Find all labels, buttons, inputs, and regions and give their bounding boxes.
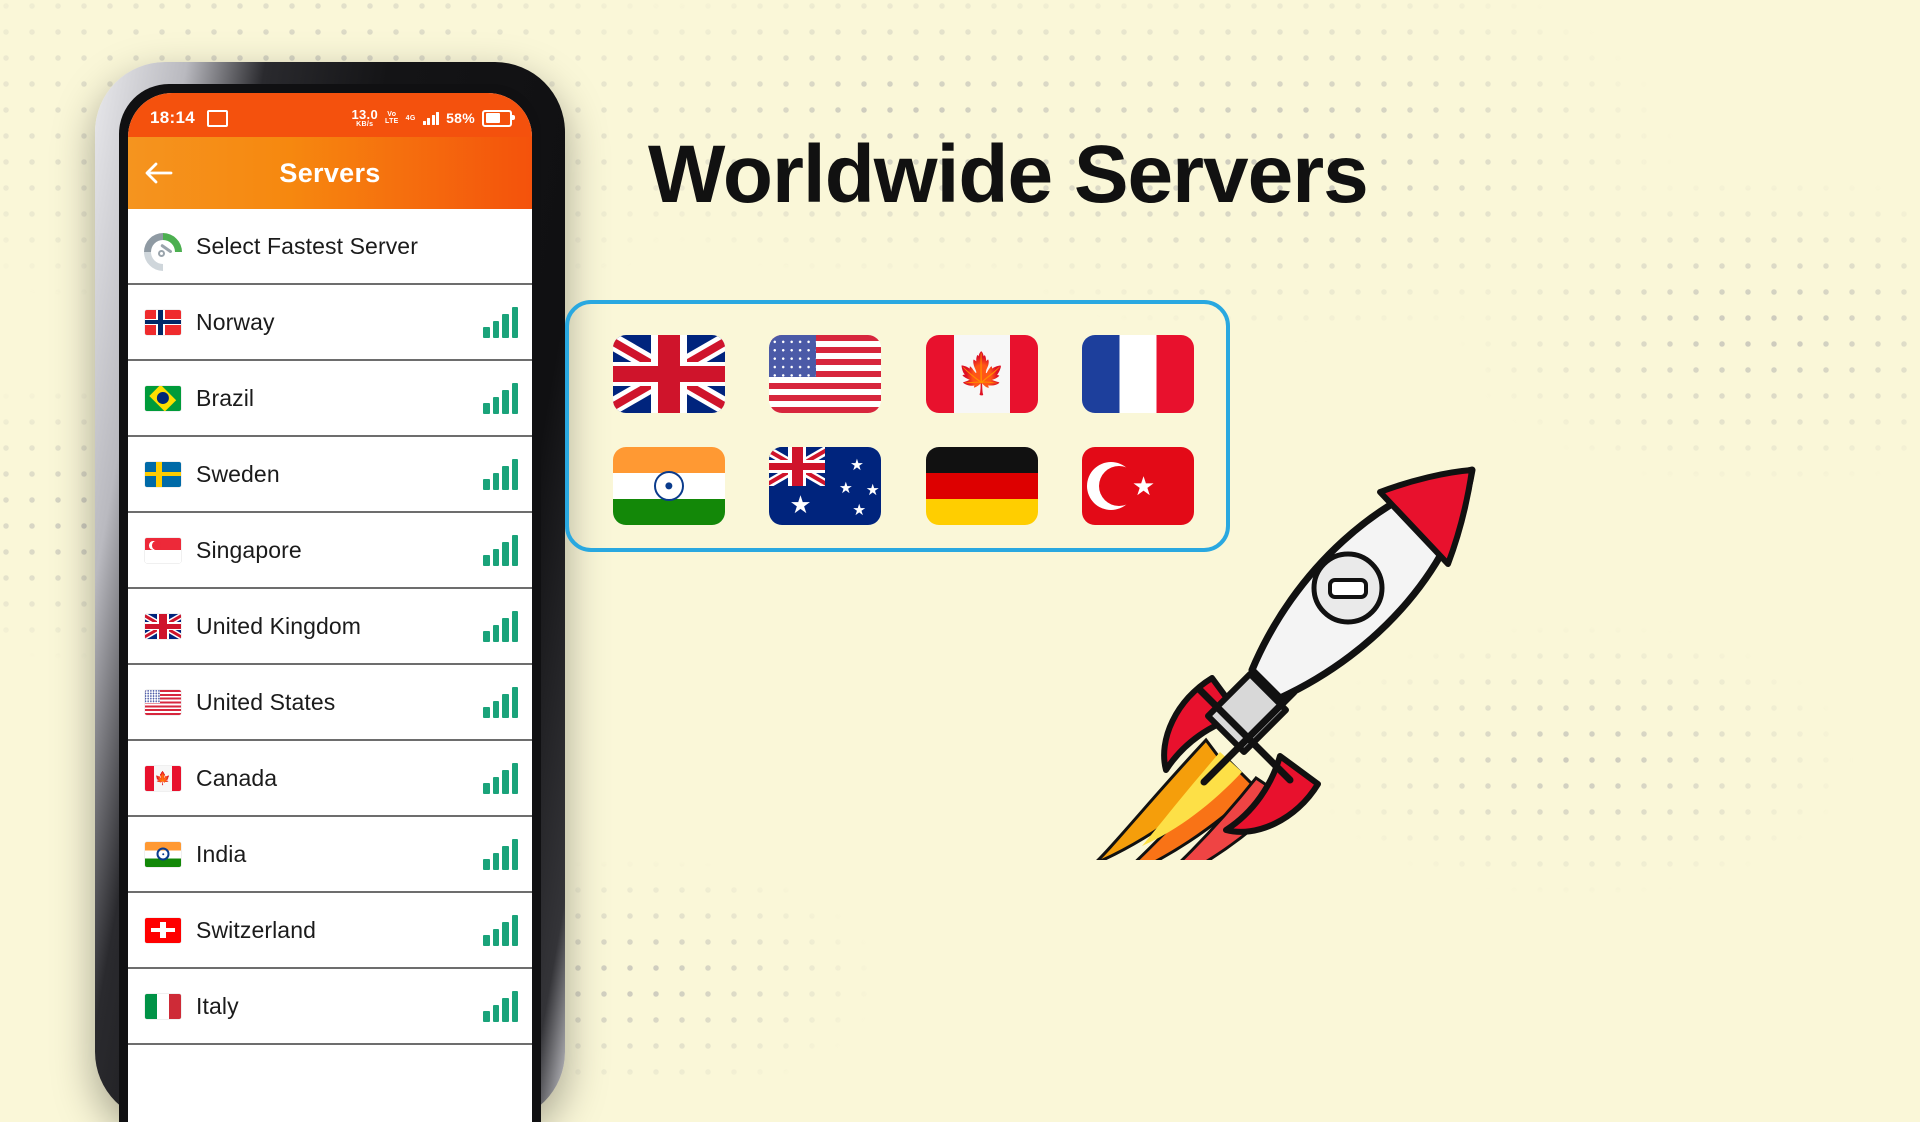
server-list[interactable]: Select Fastest Server Norway Brazil Sweden S… (128, 209, 532, 1045)
server-name-label: Italy (196, 992, 239, 1019)
server-name-label: Brazil (196, 384, 255, 411)
signal-strength-icon (483, 306, 524, 338)
battery-icon (482, 109, 515, 127)
server-name-label: Sweden (196, 460, 280, 487)
flag-icon-it (145, 993, 181, 1019)
server-name-label: Singapore (196, 536, 302, 563)
cast-icon (206, 109, 228, 127)
flag-tile-us[interactable] (769, 335, 882, 413)
banner-headline: Worldwide Servers (648, 129, 1369, 220)
server-list-item[interactable]: Singapore (128, 513, 532, 589)
flag-tile-uk[interactable] (613, 335, 726, 413)
server-list-item[interactable]: 🍁 Canada (128, 741, 532, 817)
signal-strength-icon (483, 914, 524, 946)
server-name-label: Select Fastest Server (196, 232, 418, 259)
signal-strength-icon (483, 382, 524, 414)
server-list-item[interactable]: United States (128, 665, 532, 741)
flag-icon-se (145, 461, 181, 487)
flag-icon-br (145, 385, 181, 411)
flag-icon-no (145, 309, 181, 335)
flag-tile-de[interactable] (925, 447, 1038, 525)
signal-strength-icon (483, 458, 524, 490)
signal-strength-icon (483, 990, 524, 1022)
network-speed-value: 13.0 (351, 107, 379, 122)
volte-top-label: Vo (387, 111, 397, 118)
flag-icon-ca: 🍁 (145, 765, 181, 791)
server-name-label: Canada (196, 764, 278, 791)
signal-strength-icon (483, 762, 524, 794)
server-name-label: Norway (196, 308, 275, 335)
server-name-label: India (196, 840, 247, 867)
signal-strength-icon (483, 686, 524, 718)
server-list-item[interactable]: Switzerland (128, 893, 532, 969)
volte-icon: Vo LTE (385, 111, 399, 125)
app-bar: Servers (128, 137, 532, 209)
battery-percent-label: 58% (446, 110, 475, 126)
speedometer-icon (136, 225, 190, 279)
back-arrow-icon[interactable] (128, 161, 190, 185)
volte-bottom-label: LTE (385, 118, 399, 125)
flag-icon-uk (145, 613, 181, 639)
network-speed-unit: KB/s (356, 121, 374, 128)
server-name-label: United Kingdom (196, 612, 362, 639)
flag-tile-fr[interactable] (1081, 335, 1194, 413)
server-list-item[interactable]: Sweden (128, 437, 532, 513)
phone-bezel: 18:14 13.0 KB/s Vo LTE 4G 58% Servers Se… (119, 84, 541, 1122)
phone-screen: 18:14 13.0 KB/s Vo LTE 4G 58% Servers Se… (128, 93, 532, 1122)
mobile-network-label: 4G (406, 115, 416, 122)
phone-mockup: 18:14 13.0 KB/s Vo LTE 4G 58% Servers Se… (95, 62, 565, 1122)
server-list-item[interactable]: Norway (128, 285, 532, 361)
cellular-signal-icon (422, 111, 440, 125)
rocket-illustration (1080, 440, 1500, 892)
flag-tile-ca[interactable]: 🍁 (925, 335, 1038, 413)
status-bar: 18:14 13.0 KB/s Vo LTE 4G 58% (128, 93, 532, 137)
server-list-item[interactable]: Select Fastest Server (128, 209, 532, 285)
flag-icon-us (145, 689, 181, 715)
signal-strength-icon (483, 838, 524, 870)
flag-icon-sg (145, 537, 181, 563)
network-speed-indicator: 13.0 KB/s (352, 108, 379, 128)
status-bar-time: 18:14 (150, 108, 195, 127)
flag-icon-in (145, 841, 181, 867)
server-list-item[interactable]: Brazil (128, 361, 532, 437)
server-list-item[interactable]: United Kingdom (128, 589, 532, 665)
network-type-label: 4G (405, 114, 416, 122)
signal-strength-icon (483, 534, 524, 566)
server-list-item[interactable]: Italy (128, 969, 532, 1045)
flag-tile-au[interactable]: ★ ★ ★ ★ ★ (769, 447, 882, 525)
signal-strength-icon (483, 610, 524, 642)
flag-icon-ch (145, 917, 181, 943)
flag-tile-in[interactable] (613, 447, 726, 525)
server-name-label: United States (196, 688, 336, 715)
server-list-item[interactable]: India (128, 817, 532, 893)
server-name-label: Switzerland (196, 916, 316, 943)
